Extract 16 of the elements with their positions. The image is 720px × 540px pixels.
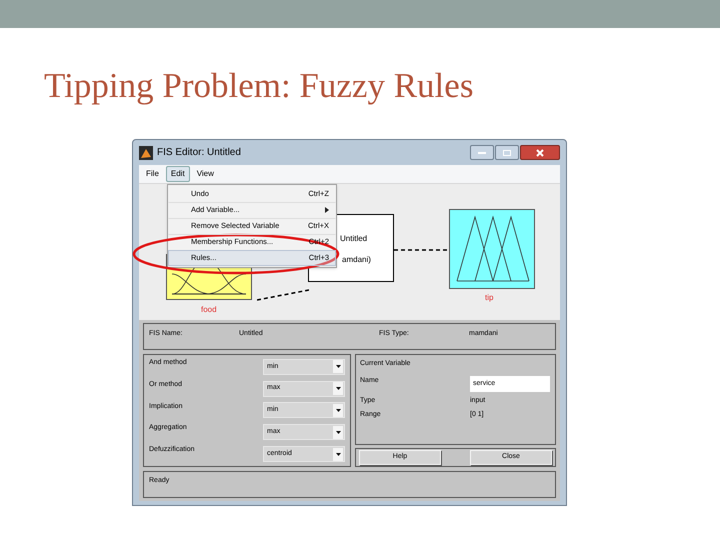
close-button[interactable] <box>520 145 560 160</box>
minimize-button[interactable] <box>470 145 494 160</box>
close-icon <box>536 148 544 156</box>
connector-line <box>394 249 450 251</box>
app-logo-icon <box>139 146 153 160</box>
system-label: Untitled <box>340 233 368 245</box>
variable-label: tip <box>485 292 494 304</box>
system-label: amdani) <box>342 254 371 266</box>
menu-item[interactable]: View <box>192 166 219 182</box>
connector-line <box>257 289 309 301</box>
menu-item[interactable]: Edit <box>166 166 190 182</box>
maximize-button[interactable] <box>495 145 519 160</box>
variable-label: food <box>201 304 217 316</box>
slide-title: Tipping Problem: Fuzzy Rules <box>44 65 474 107</box>
window-title: FIS Editor: Untitled <box>157 146 241 160</box>
menu-item[interactable]: File <box>141 166 164 182</box>
